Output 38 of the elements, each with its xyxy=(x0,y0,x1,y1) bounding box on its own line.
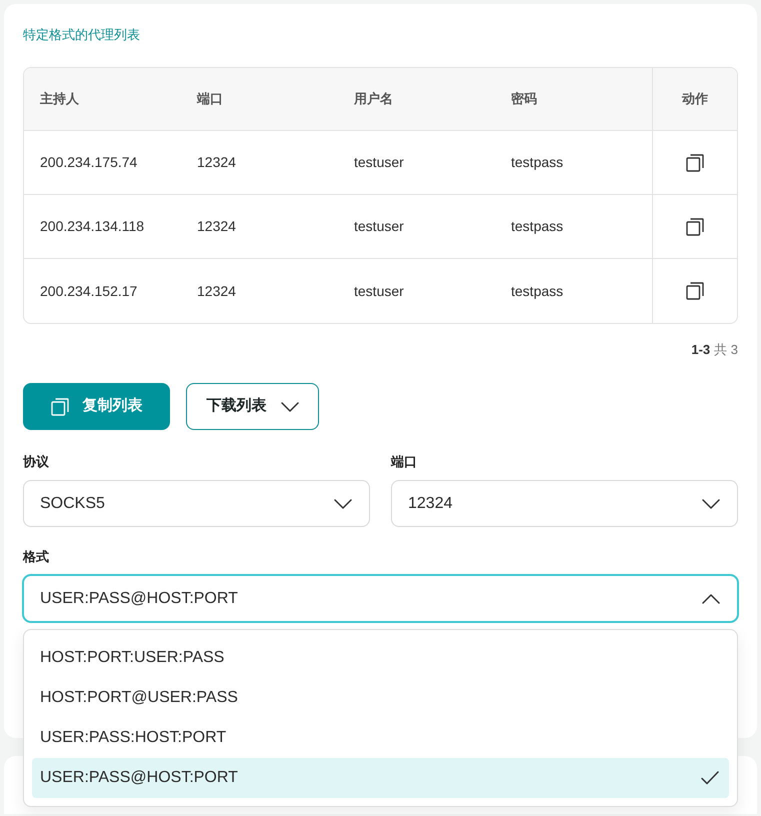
dropdown-select[interactable]: USER:PASS@HOST:PORT xyxy=(23,575,738,622)
field-label: 端口 xyxy=(391,453,417,471)
table-cell-text: testpass xyxy=(511,153,564,172)
copy-icon xyxy=(50,398,68,416)
table-cell-text: 200.234.134.118 xyxy=(40,217,144,236)
table-cell-text: testpass xyxy=(511,217,564,236)
chevron-down-icon xyxy=(702,498,720,508)
check-icon xyxy=(701,771,719,785)
chevron-up-icon xyxy=(702,594,720,604)
table-cell-text: testuser xyxy=(354,153,404,172)
column-header: 用户名 xyxy=(354,90,393,108)
dropdown-select[interactable]: 12324 xyxy=(391,480,738,527)
column-header: 密码 xyxy=(511,90,537,108)
table-cell-text: testuser xyxy=(354,282,404,300)
download-menu-button[interactable]: 下载列表 xyxy=(186,383,319,430)
total-count: 共 3 xyxy=(714,341,738,359)
copy-list-button[interactable]: 复制列表 xyxy=(23,383,170,430)
table-cell-text: 12324 xyxy=(197,153,236,172)
chevron-down-icon xyxy=(280,402,298,412)
column-header: 端口 xyxy=(197,90,223,108)
chevron-down-icon xyxy=(334,498,352,508)
table-cell-text: 200.234.175.74 xyxy=(40,153,138,172)
copy-icon[interactable] xyxy=(686,282,704,300)
dropdown-option[interactable]: USER:PASS@HOST:PORT xyxy=(32,758,729,798)
copy-icon[interactable] xyxy=(686,154,704,172)
table-cell-text: testuser xyxy=(354,217,404,236)
section-title: 特定格式的代理列表 xyxy=(23,26,140,44)
column-header: 动作 xyxy=(682,90,708,108)
copy-icon[interactable] xyxy=(686,218,704,236)
column-header: 主持人 xyxy=(40,90,79,108)
page-range: 1-3 xyxy=(691,341,710,359)
table-cell-text: testpass xyxy=(511,282,564,301)
field-label: 格式 xyxy=(23,548,49,566)
field-label: 协议 xyxy=(23,453,49,471)
table-cell-text: 12324 xyxy=(197,217,236,236)
dropdown-select[interactable]: SOCKS5 xyxy=(23,480,370,527)
table-cell-text: 200.234.152.17 xyxy=(40,282,138,300)
table-cell-text: 12324 xyxy=(197,282,236,300)
